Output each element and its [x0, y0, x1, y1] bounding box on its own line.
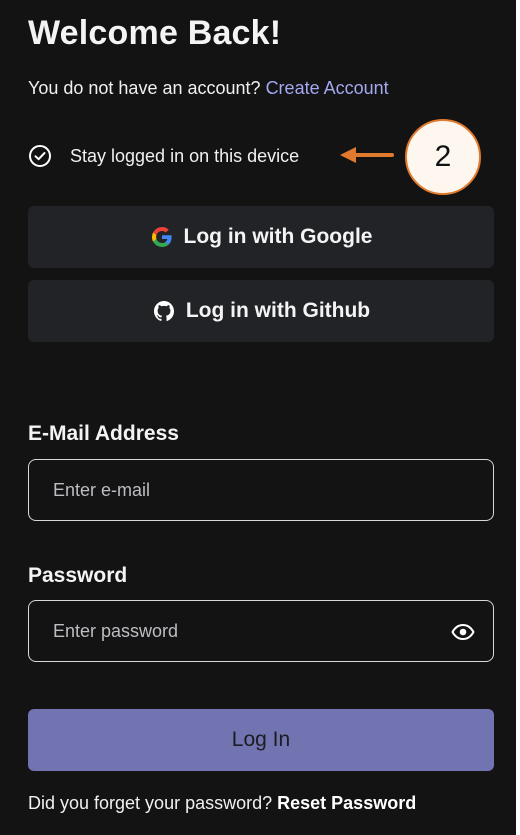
no-account-line: You do not have an account? Create Accou… — [28, 78, 389, 99]
github-login-label: Log in with Github — [185, 299, 371, 322]
arrow-left-icon — [340, 147, 394, 163]
email-label: E-Mail Address — [28, 422, 179, 445]
stay-logged-in-checkbox[interactable]: Stay logged in on this device — [28, 142, 299, 170]
email-field[interactable] — [29, 460, 493, 520]
eye-icon[interactable] — [451, 620, 475, 644]
github-login-button[interactable]: Log in with Github — [28, 280, 494, 342]
stay-logged-in-label: Stay logged in on this device — [70, 145, 300, 166]
no-account-text: You do not have an account? — [28, 78, 261, 98]
login-button[interactable]: Log In — [28, 709, 494, 771]
email-field-box — [28, 459, 494, 521]
page-title: Welcome Back! — [28, 14, 282, 52]
password-field-box — [28, 600, 494, 662]
google-icon — [151, 226, 172, 247]
github-icon — [153, 301, 174, 321]
google-login-button[interactable]: Log in with Google — [28, 206, 494, 268]
login-panel: Welcome Back! You do not have an account… — [0, 0, 516, 835]
password-label: Password — [28, 564, 128, 587]
google-login-label: Log in with Google — [183, 225, 373, 248]
reset-password-link[interactable]: Reset Password — [277, 793, 416, 813]
step-number-badge: 2 — [405, 119, 481, 195]
create-account-link[interactable]: Create Account — [266, 78, 389, 98]
forgot-password-text: Did you forget your password? — [28, 793, 273, 813]
password-field[interactable] — [29, 601, 493, 661]
forgot-password-line: Did you forget your password? Reset Pass… — [28, 793, 416, 814]
check-circle-icon — [29, 145, 51, 167]
